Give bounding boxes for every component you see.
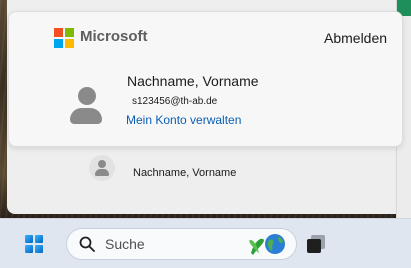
search-label: Suche (105, 236, 145, 252)
search-box[interactable]: Suche (66, 228, 297, 260)
task-view-icon[interactable] (305, 232, 329, 256)
start-button[interactable] (17, 228, 49, 260)
search-icon (79, 236, 95, 252)
account-avatar-icon (70, 87, 102, 127)
signout-button[interactable]: Abmelden (324, 30, 387, 46)
account-email: s123456@th-ab.de (132, 96, 218, 107)
manage-account-link[interactable]: Mein Konto verwalten (126, 113, 241, 127)
brand-label: Microsoft (80, 28, 148, 45)
windows-logo-icon (25, 235, 43, 253)
taskbar: Suche (0, 218, 411, 268)
microsoft-logo (54, 28, 74, 48)
earth-day-ribbon-icon[interactable] (245, 231, 289, 257)
account-name: Nachname, Vorname (127, 73, 259, 89)
other-account-name[interactable]: Nachname, Vorname (133, 167, 236, 179)
account-card: Microsoft Abmelden Nachname, Vorname s12… (8, 11, 403, 147)
other-account-avatar-icon[interactable] (89, 155, 115, 181)
